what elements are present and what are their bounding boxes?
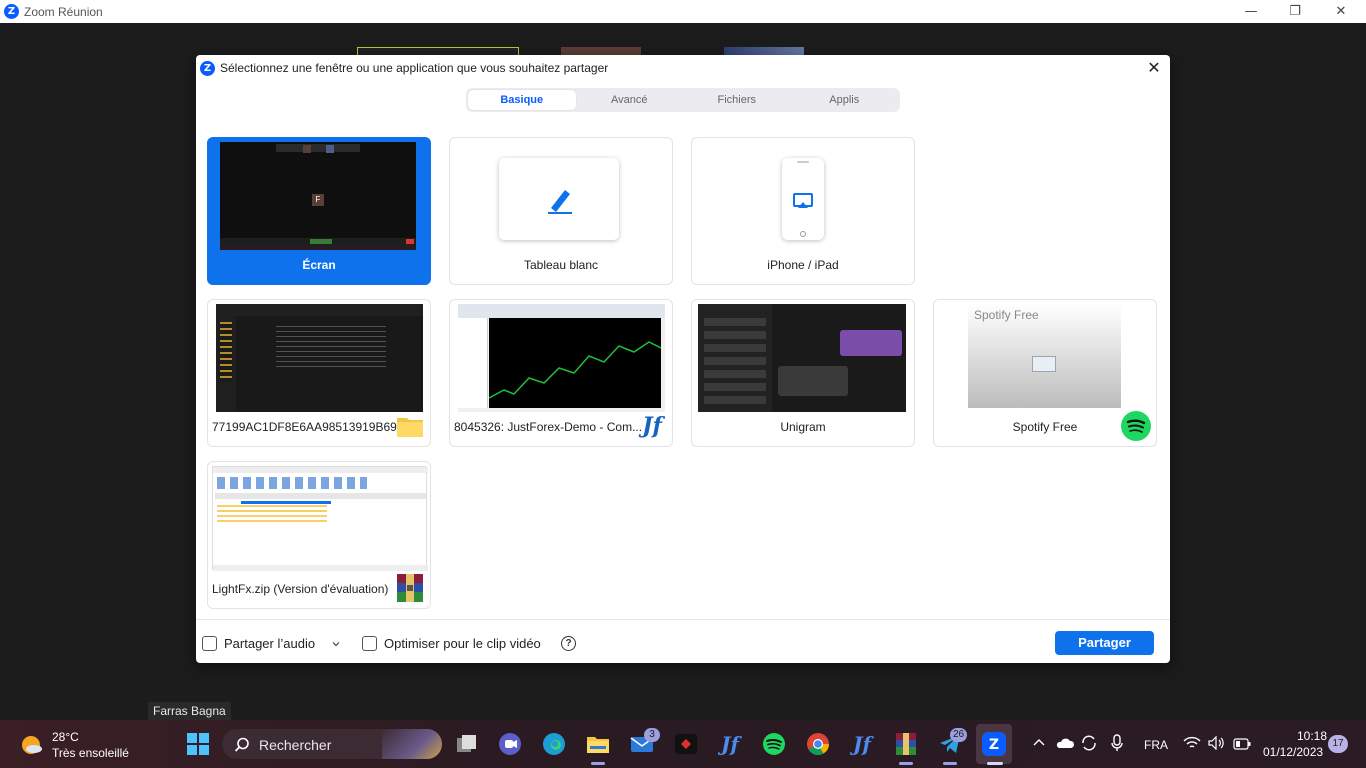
share-option-label: Écran (302, 258, 336, 272)
chrome-icon[interactable] (806, 732, 830, 756)
window-preview (698, 304, 906, 412)
zoom-logo-icon (200, 60, 215, 76)
window-preview (212, 466, 428, 571)
chevron-up-icon[interactable] (1032, 736, 1046, 750)
clock-time[interactable]: 10:18 (1297, 729, 1327, 743)
screen-preview: F (220, 142, 416, 250)
pen-icon (548, 190, 572, 214)
anydesk-icon[interactable] (674, 732, 698, 756)
window-placeholder-icon (1032, 356, 1056, 372)
tab-avance[interactable]: Avancé (576, 90, 684, 110)
search-placeholder: Rechercher (259, 737, 332, 753)
weather-widget[interactable]: 28°C Très ensoleillé (18, 728, 168, 762)
active-app-indicator (943, 762, 957, 765)
weather-desc: Très ensoleillé (52, 746, 129, 760)
edge-icon[interactable] (542, 732, 566, 756)
taskbar-search[interactable]: Rechercher (222, 729, 442, 759)
mail-badge: 3 (644, 728, 660, 742)
share-option-unigram[interactable]: Unigram (691, 299, 915, 447)
file-explorer-icon[interactable] (586, 732, 610, 756)
participant-name-tag: Farras Bagna (148, 702, 231, 720)
share-option-label: Unigram (780, 420, 826, 434)
share-audio-checkbox[interactable] (202, 636, 217, 651)
telegram-badge: 26 (950, 728, 968, 742)
sun-icon (22, 736, 42, 754)
sync-icon[interactable] (1080, 734, 1098, 752)
active-app-indicator (591, 762, 605, 765)
active-app-indicator (987, 762, 1003, 765)
footer-divider (196, 619, 1170, 620)
onedrive-icon[interactable] (1055, 736, 1075, 750)
chevron-down-icon[interactable] (330, 638, 342, 650)
spotify-icon[interactable] (762, 732, 786, 756)
battery-icon[interactable] (1233, 738, 1251, 750)
microphone-icon[interactable] (1110, 734, 1124, 752)
windows-start-icon[interactable] (186, 732, 210, 756)
folder-icon (397, 418, 423, 437)
spotify-icon (1121, 411, 1151, 441)
window-preview (216, 304, 423, 412)
window-preview: Spotify Free (968, 304, 1121, 408)
tab-fichiers[interactable]: Fichiers (683, 90, 791, 110)
window-title: Zoom Réunion (24, 4, 103, 19)
task-view-icon[interactable] (455, 732, 479, 756)
optimize-video-checkbox[interactable] (362, 636, 377, 651)
zoom-logo-icon (4, 4, 19, 19)
share-option-whiteboard[interactable]: Tableau blanc (449, 137, 673, 285)
phone-preview (782, 158, 824, 240)
winrar-icon (397, 574, 423, 602)
share-dialog: Sélectionnez une fenêtre ou une applicat… (196, 55, 1170, 663)
close-window-button[interactable]: ✕ (1318, 0, 1364, 23)
wifi-icon[interactable] (1183, 736, 1201, 750)
teams-chat-icon[interactable] (498, 732, 522, 756)
share-option-label: iPhone / iPad (767, 258, 839, 272)
whiteboard-preview (499, 158, 619, 240)
search-highlight-image (382, 729, 442, 759)
dialog-title: Sélectionnez une fenêtre ou une applicat… (220, 61, 609, 75)
tab-basique[interactable]: Basique (468, 90, 576, 110)
volume-icon[interactable] (1208, 736, 1226, 750)
share-option-spotify[interactable]: Spotify Free Spotify Free (933, 299, 1157, 447)
share-audio-label[interactable]: Partager l’audio (224, 636, 315, 651)
share-option-screen[interactable]: F Écran (207, 137, 431, 285)
zoom-titlebar: Zoom Réunion — ❐ ✕ (0, 0, 1366, 23)
share-button[interactable]: Partager (1055, 631, 1154, 655)
justforex-icon[interactable]: Jf (850, 732, 874, 756)
svg-text:Z: Z (989, 737, 999, 753)
justforex-icon: Jf (642, 413, 662, 439)
justforex-icon[interactable]: Jf (718, 732, 742, 756)
dialog-close-button[interactable]: ✕ (1144, 58, 1164, 78)
tab-applis[interactable]: Applis (791, 90, 899, 110)
help-icon[interactable]: ? (561, 636, 576, 651)
maximize-button[interactable]: ❐ (1272, 0, 1318, 23)
dialog-header: Sélectionnez une fenêtre ou une applicat… (196, 55, 1170, 81)
minimize-button[interactable]: — (1228, 0, 1274, 23)
clock-date[interactable]: 01/12/2023 (1263, 745, 1323, 759)
winrar-icon[interactable] (894, 732, 918, 756)
notification-badge[interactable]: 17 (1328, 735, 1348, 753)
share-option-label: Tableau blanc (523, 258, 599, 272)
share-option-file-explorer[interactable]: 77199AC1DF8E6AA98513919B698... (207, 299, 431, 447)
zoom-icon[interactable]: Z (982, 732, 1006, 756)
airplay-icon (793, 193, 813, 237)
search-icon (234, 737, 249, 752)
language-indicator[interactable]: FRA (1144, 738, 1168, 752)
optimize-video-label[interactable]: Optimiser pour le clip vidéo (384, 636, 541, 651)
window-preview (458, 304, 665, 412)
share-option-metatrader[interactable]: 8045326: JustForex-Demo - Com... Jf (449, 299, 673, 447)
share-tabs: Basique Avancé Fichiers Applis (466, 88, 900, 112)
share-option-winrar[interactable]: LightFx.zip (Version d'évaluation) (207, 461, 431, 609)
participant-avatar: F (312, 194, 324, 206)
share-option-iphone-ipad[interactable]: iPhone / iPad (691, 137, 915, 285)
spotify-preview-title: Spotify Free (974, 308, 1039, 322)
active-app-indicator (899, 762, 913, 765)
weather-temp: 28°C (52, 730, 79, 744)
